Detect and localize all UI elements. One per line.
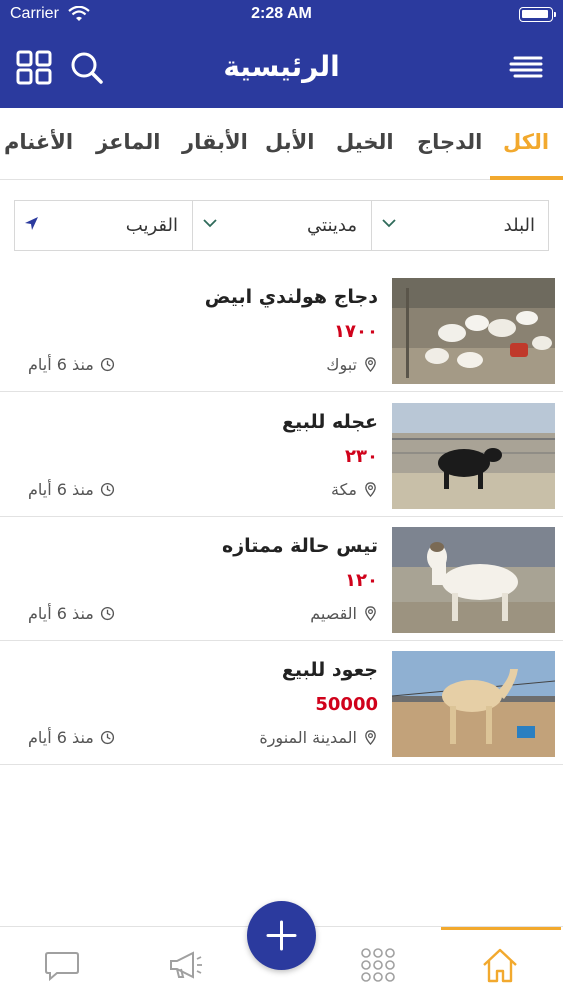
listing-time: منذ 6 أيام xyxy=(28,480,115,499)
add-icon xyxy=(266,920,297,951)
listing-location: القصيم xyxy=(310,604,378,623)
active-tab-indicator xyxy=(490,176,563,180)
country-filter[interactable]: البلد xyxy=(372,201,549,250)
tab-chickens[interactable]: الدجاج xyxy=(417,130,482,154)
clock-icon xyxy=(100,606,114,621)
listing-item[interactable]: دجاج هولندي ابيض ١٧٠٠ تبوك منذ 6 أيام xyxy=(0,268,563,392)
clock-icon xyxy=(100,357,114,372)
listing-time-text: منذ 6 أيام xyxy=(28,355,94,374)
status-time: 2:28 AM xyxy=(251,5,312,22)
menu-button[interactable] xyxy=(507,48,545,86)
megaphone-icon xyxy=(170,951,202,979)
location-arrow-icon xyxy=(25,217,38,230)
listing-title: تيس حالة ممتازه xyxy=(221,535,378,557)
chat-tab[interactable] xyxy=(42,945,82,985)
nearby-filter-label: القريب xyxy=(125,215,178,236)
active-tab-indicator xyxy=(441,927,561,930)
listing-title: دجاج هولندي ابيض xyxy=(204,286,378,308)
listing-location-text: المدينة المنورة xyxy=(259,728,357,747)
city-filter-label: مدينتي xyxy=(307,215,357,236)
listing-item[interactable]: جعود للبيع 50000 المدينة المنورة منذ 6 أ… xyxy=(0,641,563,765)
tab-all[interactable]: الكل xyxy=(503,130,549,154)
tab-sheep[interactable]: الأغنام xyxy=(4,130,73,154)
chevron-down-icon xyxy=(382,219,396,228)
listing-price: ١٢٠ xyxy=(345,570,378,591)
page-title: الرئيسية xyxy=(223,50,340,83)
country-filter-label: البلد xyxy=(503,215,535,236)
listing-location: تبوك xyxy=(326,355,378,374)
listing-image-camel xyxy=(392,651,555,757)
city-filter[interactable]: مدينتي xyxy=(193,201,372,250)
ads-tab[interactable] xyxy=(165,945,205,985)
categories-tab[interactable] xyxy=(358,945,398,985)
listing-item[interactable]: تيس حالة ممتازه ١٢٠ القصيم منذ 6 أيام xyxy=(0,517,563,641)
app-header: Carrier 2:28 AM الرئيسية xyxy=(0,0,563,108)
chat-icon xyxy=(45,952,79,982)
tab-goats[interactable]: الماعز xyxy=(96,130,160,154)
nearby-filter[interactable]: القريب xyxy=(15,201,193,250)
listing-time-text: منذ 6 أيام xyxy=(28,728,94,747)
location-pin-icon xyxy=(365,606,376,621)
listing-image-goat xyxy=(392,527,555,633)
listing-title: عجله للبيع xyxy=(282,411,378,433)
listing-time: منذ 6 أيام xyxy=(28,728,115,747)
listing-title: جعود للبيع xyxy=(281,659,378,681)
tab-cows[interactable]: الأبقار xyxy=(182,130,248,154)
listing-location: مكة xyxy=(331,480,378,499)
listing-location-text: تبوك xyxy=(326,355,357,374)
chevron-down-icon xyxy=(203,219,217,228)
listing-price: 50000 xyxy=(315,694,378,715)
listing-time-text: منذ 6 أيام xyxy=(28,480,94,499)
tab-horses[interactable]: الخيل xyxy=(336,130,394,154)
add-listing-button[interactable] xyxy=(247,901,316,970)
location-pin-icon xyxy=(365,730,376,745)
clock-icon xyxy=(100,730,114,745)
listing-time: منذ 6 أيام xyxy=(28,604,115,623)
location-pin-icon xyxy=(365,357,376,372)
listing-image-chickens xyxy=(392,278,555,384)
listing-price: ١٧٠٠ xyxy=(334,321,378,342)
listing-image-calf xyxy=(392,403,555,509)
category-tabs: الكل الدجاج الخيل الأبل الأبقار الماعز ا… xyxy=(0,108,563,180)
home-tab[interactable] xyxy=(480,945,520,985)
categories-grid-icon xyxy=(361,948,395,982)
battery-icon xyxy=(519,7,556,22)
filter-bar: البلد مدينتي القريب xyxy=(14,200,549,251)
tab-camels[interactable]: الأبل xyxy=(265,130,314,154)
menu-icon xyxy=(509,56,543,78)
status-bar: Carrier 2:28 AM xyxy=(0,0,563,30)
listing-price: ٢٣٠ xyxy=(345,446,378,467)
home-icon xyxy=(483,948,517,983)
listing-time: منذ 6 أيام xyxy=(28,355,115,374)
listing-location: المدينة المنورة xyxy=(259,728,378,747)
clock-icon xyxy=(100,482,114,497)
listing-location-text: القصيم xyxy=(310,604,357,623)
location-pin-icon xyxy=(365,482,376,497)
listing-item[interactable]: عجله للبيع ٢٣٠ مكة منذ 6 أيام xyxy=(0,393,563,517)
listing-location-text: مكة xyxy=(331,480,357,499)
listing-time-text: منذ 6 أيام xyxy=(28,604,94,623)
